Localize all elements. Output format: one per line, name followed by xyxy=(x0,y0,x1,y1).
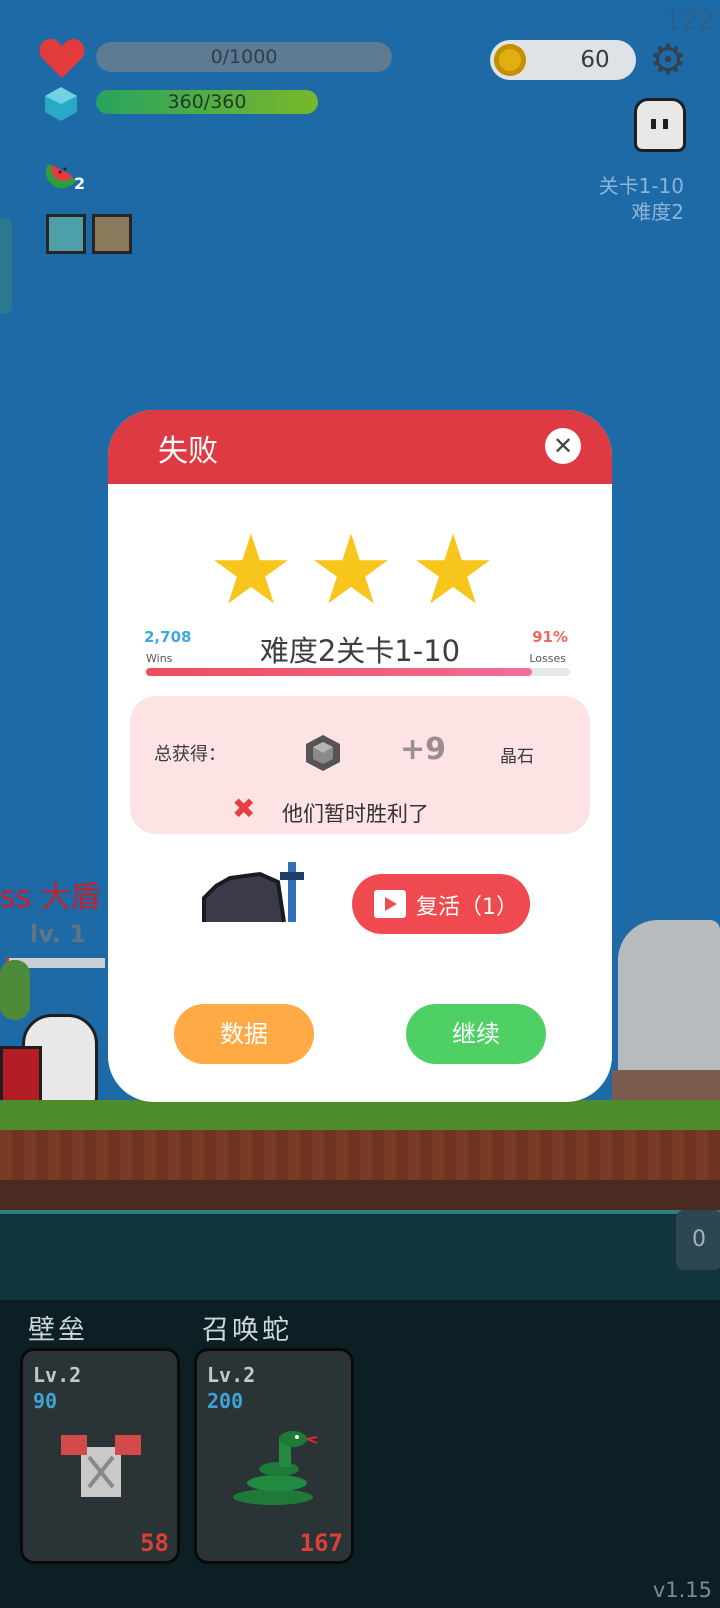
card-level: Lv.2 xyxy=(33,1363,82,1387)
fence-scenery xyxy=(612,1070,720,1100)
hero-shield xyxy=(0,1046,42,1106)
boss-level: lv. 1 xyxy=(30,920,87,948)
buff-icon[interactable] xyxy=(46,214,86,254)
crystal-icon xyxy=(44,86,78,122)
health-bar: 0/1000 xyxy=(96,42,392,72)
heart-icon xyxy=(38,36,86,80)
card-cost: 90 xyxy=(33,1389,58,1413)
card-level: Lv.2 xyxy=(207,1363,256,1387)
watermelon-count: 2 xyxy=(74,174,86,193)
difficulty-label: 难度2 xyxy=(631,200,684,224)
losses-value: 91% xyxy=(532,628,568,646)
win-rate-fill xyxy=(146,668,532,676)
card-label-snake: 召唤蛇 xyxy=(202,1315,292,1346)
video-icon xyxy=(374,890,406,918)
shield-buff-icon[interactable] xyxy=(92,214,132,254)
card-label-bastion: 壁垒 xyxy=(28,1315,88,1346)
dark-dirt-layer xyxy=(0,1180,720,1210)
grass-ground xyxy=(0,1100,720,1130)
close-icon[interactable]: ✕ xyxy=(545,428,581,464)
health-text: 0/1000 xyxy=(210,46,278,68)
armor-icon xyxy=(61,1431,141,1501)
star-icon: ★ xyxy=(208,514,295,626)
mana-text: 360/360 xyxy=(167,91,247,113)
win-rate-bar xyxy=(146,668,570,676)
stage-label: 关卡1-10 xyxy=(598,174,684,198)
side-counter[interactable]: 0 xyxy=(676,1210,720,1270)
skill-card-bastion[interactable]: Lv.2 90 58 xyxy=(20,1348,180,1564)
star-icon: ★ xyxy=(410,514,497,626)
snake-icon xyxy=(227,1431,321,1507)
revive-label: 复活（1） xyxy=(416,895,518,920)
star-icon: ★ xyxy=(308,514,395,626)
gem-icon xyxy=(304,734,342,772)
rock-scenery xyxy=(618,920,720,1090)
card-cost: 200 xyxy=(207,1389,244,1413)
continue-button[interactable]: 继续 xyxy=(406,1004,546,1064)
coin-icon xyxy=(494,44,526,76)
mana-bar: 360/360 xyxy=(96,90,318,114)
reward-box: 总获得： +9 晶石 ✖ 他们暂时胜利了 xyxy=(130,696,590,834)
water-layer xyxy=(0,1210,720,1304)
result-text: 他们暂时胜利了 xyxy=(282,802,429,826)
tombstone-icon xyxy=(200,852,320,924)
revive-button[interactable]: 复活（1） xyxy=(352,874,530,934)
gear-icon[interactable]: ⚙ xyxy=(648,39,688,81)
boss-name: ss 大盾 xyxy=(0,880,101,915)
version-label: v1.15 xyxy=(652,1578,712,1602)
reward-amount: +9 xyxy=(400,732,447,767)
coin-count: 60 xyxy=(580,47,610,73)
defeat-dialog: 失败 ✕ ★ ★ ★ 2,708 Wins 难度2关卡1-10 91% Loss… xyxy=(108,410,612,1102)
reward-label: 总获得： xyxy=(154,744,226,765)
stats-button[interactable]: 数据 xyxy=(174,1004,314,1064)
card-count: 58 xyxy=(140,1529,169,1557)
losses-label: Losses xyxy=(529,652,566,665)
skill-card-snake[interactable]: Lv.2 200 167 xyxy=(194,1348,354,1564)
dialog-title: 失败 xyxy=(158,434,218,469)
ghost-menu-icon[interactable] xyxy=(634,98,686,152)
card-count: 167 xyxy=(299,1529,343,1557)
reward-unit: 晶石 xyxy=(500,747,534,767)
bush-scenery xyxy=(0,960,30,1020)
fps-counter: 122 xyxy=(664,6,714,36)
side-tab[interactable] xyxy=(0,218,12,314)
cross-icon: ✖ xyxy=(232,792,256,825)
